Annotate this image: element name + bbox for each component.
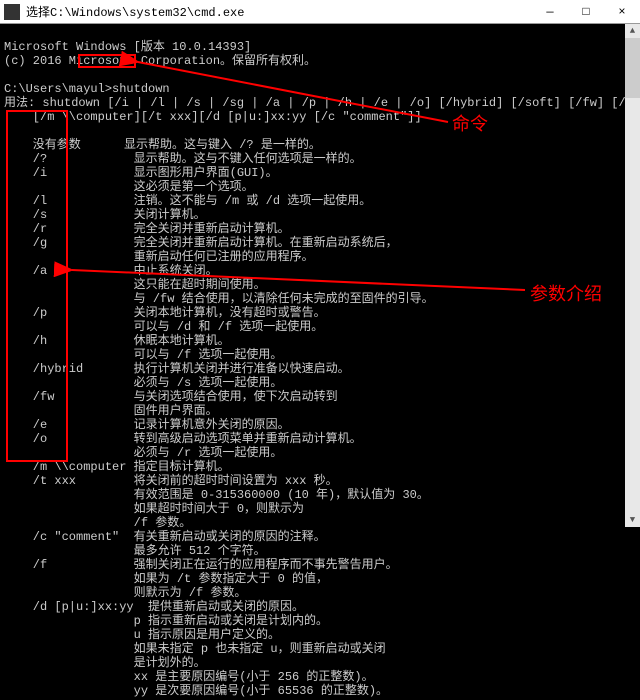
line: yy 是次要原因编号(小于 65536 的正整数)。 xyxy=(4,684,388,698)
line: /f 参数。 xyxy=(4,516,191,530)
line: /hybrid 执行计算机关闭并进行准备以快速启动。 xyxy=(4,362,350,376)
line: xx 是主要原因编号(小于 256 的正整数)。 xyxy=(4,670,374,684)
line: 与 /fw 结合使用，以清除任何未完成的至固件的引导。 xyxy=(4,292,434,306)
line: 是计划外的。 xyxy=(4,656,206,670)
line: Microsoft Windows [版本 10.0.14393] xyxy=(4,40,251,54)
line: /o 转到高级启动选项菜单并重新启动计算机。 xyxy=(4,432,362,446)
line: 这只能在超时期间使用。 xyxy=(4,278,266,292)
line: /p 关闭本地计算机，没有超时或警告。 xyxy=(4,306,326,320)
scrollbar[interactable]: ▲ ▼ xyxy=(625,24,640,527)
line: /fw 与关闭选项结合使用，使下次启动转到 xyxy=(4,390,338,404)
line: /t xxx 将关闭前的超时时间设置为 xxx 秒。 xyxy=(4,474,338,488)
line: 如果超时时间大于 0，则默示为 xyxy=(4,502,304,516)
line: 重新启动任何已注册的应用程序。 xyxy=(4,250,314,264)
line: 固件用户界面。 xyxy=(4,404,218,418)
line: 用法: shutdown [/i | /l | /s | /sg | /a | … xyxy=(4,96,640,110)
line: /s 关闭计算机。 xyxy=(4,208,206,222)
line: /e 记录计算机意外关闭的原因。 xyxy=(4,418,290,432)
line: 则默示为 /f 参数。 xyxy=(4,586,246,600)
line: 必须与 /s 选项一起使用。 xyxy=(4,376,282,390)
line: 如果未指定 p 也未指定 u，则重新启动或关闭 xyxy=(4,642,386,656)
line: 必须与 /r 选项一起使用。 xyxy=(4,446,282,460)
line: /c "comment" 有关重新启动或关闭的原因的注释。 xyxy=(4,530,326,544)
line: /i 显示图形用户界面(GUI)。 xyxy=(4,166,278,180)
line: /d [p|u:]xx:yy 提供重新启动或关闭的原因。 xyxy=(4,600,304,614)
line: /f 强制关闭正在运行的应用程序而不事先警告用户。 xyxy=(4,558,398,572)
window-title: 选择C:\Windows\system32\cmd.exe xyxy=(26,3,532,20)
line: 可以与 /f 选项一起使用。 xyxy=(4,348,282,362)
line: C:\Users\mayul>shutdown xyxy=(4,82,170,96)
cmd-icon xyxy=(4,4,20,20)
scroll-down-arrow[interactable]: ▼ xyxy=(625,513,640,527)
line: 没有参数 显示帮助。这与键入 /? 是一样的。 xyxy=(4,138,321,152)
line: [/m \\computer][/t xxx][/d [p|u:]xx:yy [… xyxy=(4,110,422,124)
scroll-up-arrow[interactable]: ▲ xyxy=(625,24,640,38)
line: (c) 2016 Microsoft Corporation。保留所有权利。 xyxy=(4,54,316,68)
line: p 指示重新启动或关闭是计划内的。 xyxy=(4,614,328,628)
window-titlebar: 选择C:\Windows\system32\cmd.exe — □ × xyxy=(0,0,640,24)
line: 可以与 /d 和 /f 选项一起使用。 xyxy=(4,320,323,334)
line: 最多允许 512 个字符。 xyxy=(4,544,266,558)
maximize-button[interactable]: □ xyxy=(568,0,604,24)
line: /? 显示帮助。这与不键入任何选项是一样的。 xyxy=(4,152,362,166)
line: /h 休眠本地计算机。 xyxy=(4,334,230,348)
line: /m \\computer 指定目标计算机。 xyxy=(4,460,230,474)
terminal-output[interactable]: Microsoft Windows [版本 10.0.14393] (c) 20… xyxy=(0,24,640,700)
line: /r 完全关闭并重新启动计算机。 xyxy=(4,222,290,236)
minimize-button[interactable]: — xyxy=(532,0,568,24)
line: /a 中止系统关闭。 xyxy=(4,264,218,278)
close-button[interactable]: × xyxy=(604,0,640,24)
line: /g 完全关闭并重新启动计算机。在重新启动系统后， xyxy=(4,236,398,250)
line: u 指示原因是用户定义的。 xyxy=(4,628,280,642)
line: 如果为 /t 参数指定大于 0 的值， xyxy=(4,572,328,586)
line: 有效范围是 0-315360000 (10 年)，默认值为 30。 xyxy=(4,488,429,502)
scroll-thumb[interactable] xyxy=(625,38,640,98)
line: 这必须是第一个选项。 xyxy=(4,180,254,194)
line: /l 注销。这不能与 /m 或 /d 选项一起使用。 xyxy=(4,194,371,208)
